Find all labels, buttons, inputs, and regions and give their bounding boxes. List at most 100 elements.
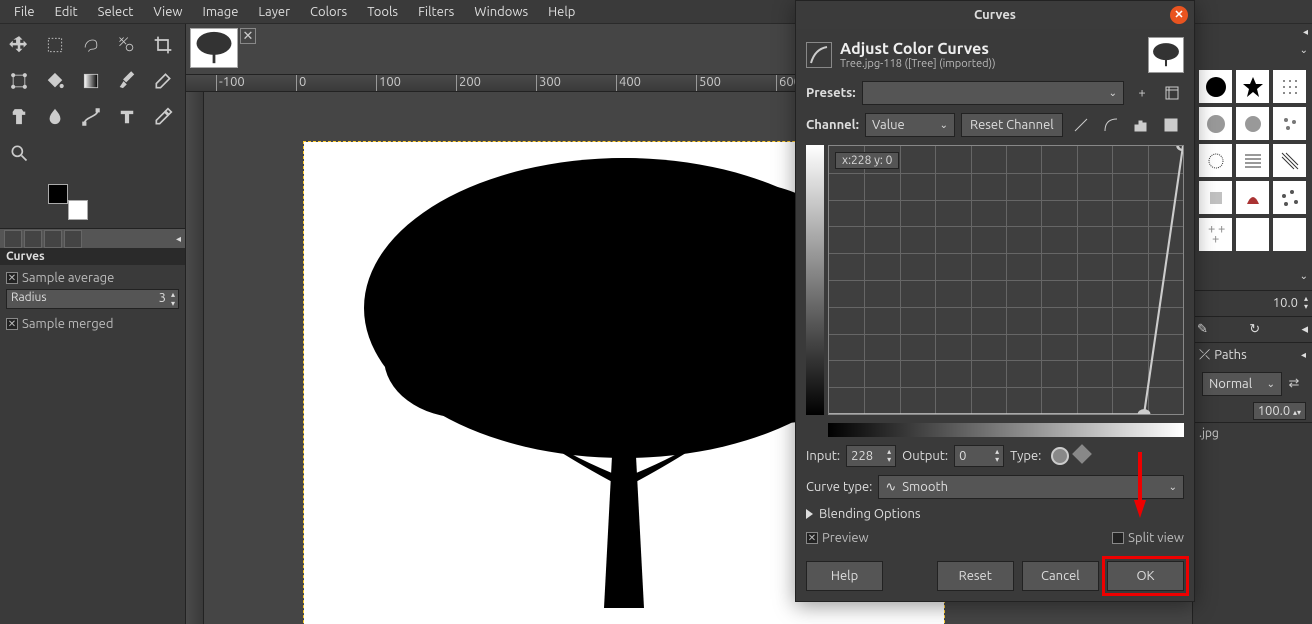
menu-help[interactable]: Help [538,1,585,23]
split-view-checkbox[interactable]: Split view [1112,529,1184,547]
smudge-tool-icon[interactable] [38,100,72,134]
image-tab[interactable]: ✕ [190,28,256,68]
menu-view[interactable]: View [143,1,192,23]
undo-history-tab-icon[interactable] [44,230,62,248]
help-button[interactable]: Help [806,561,883,591]
dialog-close-icon[interactable]: ✕ [1170,6,1188,24]
radius-field[interactable]: Radius 3 ▴▾ [6,289,179,309]
gradient-tool-icon[interactable] [74,64,108,98]
output-field[interactable]: 0 ▴▾ [954,445,1004,467]
text-tool-icon[interactable] [110,100,144,134]
curve-editor[interactable]: x:228 y: 0 [806,145,1184,415]
linear-histogram-icon[interactable] [1069,113,1093,137]
dialog-titlebar[interactable]: Curves ✕ [796,1,1194,29]
menu-image[interactable]: Image [193,1,249,23]
menu-windows[interactable]: Windows [464,1,538,23]
blending-options-toggle[interactable]: Blending Options [806,507,1184,521]
add-preset-icon[interactable]: + [1130,81,1154,105]
histogram-mode-icon[interactable] [1159,113,1183,137]
brush-preset[interactable] [1273,218,1306,251]
channel-combo[interactable]: Value⌄ [865,113,955,137]
menu-tools[interactable]: Tools [357,1,408,23]
paths-tool-icon[interactable] [74,100,108,134]
spinner-icon[interactable]: ▴▾ [995,448,999,464]
input-field[interactable]: 228 ▴▾ [846,445,896,467]
radius-spinner-icon[interactable]: ▴▾ [168,290,178,308]
point-type-corner-icon[interactable] [1072,444,1092,464]
brush-preset[interactable] [1273,181,1306,214]
right-panel: ◂ ⌄ +++ ⌄ 10.0 ▴▾ [1192,24,1312,624]
configure-icon[interactable]: ◂ [1301,322,1308,337]
layer-mode-combo[interactable]: Normal⌄ [1202,372,1282,396]
log-histogram-icon[interactable] [1099,113,1123,137]
menu-layer[interactable]: Layer [248,1,300,23]
eraser-tool-icon[interactable] [146,64,180,98]
spinner-icon[interactable]: ▴▾ [887,448,891,464]
brush-preset[interactable] [1273,107,1306,140]
rect-select-tool-icon[interactable] [38,28,72,62]
curve-grid[interactable]: x:228 y: 0 [828,145,1184,415]
layer-opacity-field[interactable]: 100.0 ▴▾ [1253,402,1306,420]
crop-tool-icon[interactable] [146,28,180,62]
brush-preset[interactable] [1199,107,1232,140]
annotation-arrow [1134,500,1146,518]
images-tab-icon[interactable] [64,230,82,248]
device-status-tab-icon[interactable] [24,230,42,248]
menu-filters[interactable]: Filters [408,1,464,23]
brush-preset[interactable] [1199,144,1232,177]
zoom-tool-icon[interactable] [2,136,36,170]
paintbrush-tool-icon[interactable] [110,64,144,98]
bg-color-swatch[interactable] [68,200,88,220]
layers-panel[interactable]: .jpg [1193,422,1312,624]
move-tool-icon[interactable] [2,28,36,62]
brush-preset[interactable] [1199,70,1232,103]
preview-checkbox[interactable]: ✕Preview [806,529,869,547]
sample-average-checkbox[interactable]: ✕Sample average [6,269,179,287]
manage-presets-icon[interactable] [1160,81,1184,105]
tool-options-tab-icon[interactable] [4,230,22,248]
transform-tool-icon[interactable] [2,64,36,98]
fg-color-swatch[interactable] [48,184,68,204]
brush-preset[interactable] [1236,70,1269,103]
color-swatches[interactable] [48,184,88,220]
layer-switch-icon[interactable]: ⇄ [1282,372,1306,396]
fuzzy-select-tool-icon[interactable] [110,28,144,62]
menu-select[interactable]: Select [88,1,144,23]
close-tab-icon[interactable]: ✕ [240,28,256,44]
channel-label: Channel: [806,118,859,132]
right-panel-menu-icon[interactable]: ◂ [1303,26,1308,42]
brush-preset[interactable] [1236,144,1269,177]
paths-label[interactable]: Paths [1214,348,1247,362]
brush-preset[interactable] [1236,218,1269,251]
chevron-down-icon[interactable]: ⌄ [1300,270,1308,290]
clone-tool-icon[interactable] [2,100,36,134]
reset-channel-button[interactable]: Reset Channel [961,113,1063,137]
brush-preset[interactable] [1273,144,1306,177]
brush-preset[interactable] [1236,181,1269,214]
brush-preset[interactable]: +++ [1199,218,1232,251]
bucket-fill-tool-icon[interactable] [38,64,72,98]
menu-colors[interactable]: Colors [300,1,357,23]
color-picker-tool-icon[interactable] [146,100,180,134]
sample-merged-checkbox[interactable]: ✕Sample merged [6,315,179,333]
brushes-grid[interactable]: +++ [1193,64,1312,270]
free-select-tool-icon[interactable] [74,28,108,62]
menu-file[interactable]: File [4,1,45,23]
panel-menu-icon[interactable]: ◂ [1301,349,1306,361]
chevron-down-icon[interactable]: ⌄ [1300,44,1308,64]
panel-menu-icon[interactable]: ◂ [176,233,181,245]
cancel-button[interactable]: Cancel [1022,561,1099,591]
spinner-icon[interactable]: ▴▾ [1304,295,1308,311]
refresh-icon[interactable]: ↻ [1249,322,1260,337]
layer-item[interactable]: .jpg [1199,427,1306,440]
brush-preset[interactable] [1199,181,1232,214]
ok-button[interactable]: OK [1107,561,1184,591]
histogram-scale-icon[interactable] [1129,113,1153,137]
reset-button[interactable]: Reset [937,561,1014,591]
menu-edit[interactable]: Edit [45,1,88,23]
brush-preset[interactable] [1236,107,1269,140]
edit-brush-icon[interactable]: ✎ [1197,322,1208,337]
point-type-smooth-icon[interactable] [1051,447,1069,465]
brush-preset[interactable] [1273,70,1306,103]
presets-combo[interactable]: ⌄ [862,81,1124,105]
